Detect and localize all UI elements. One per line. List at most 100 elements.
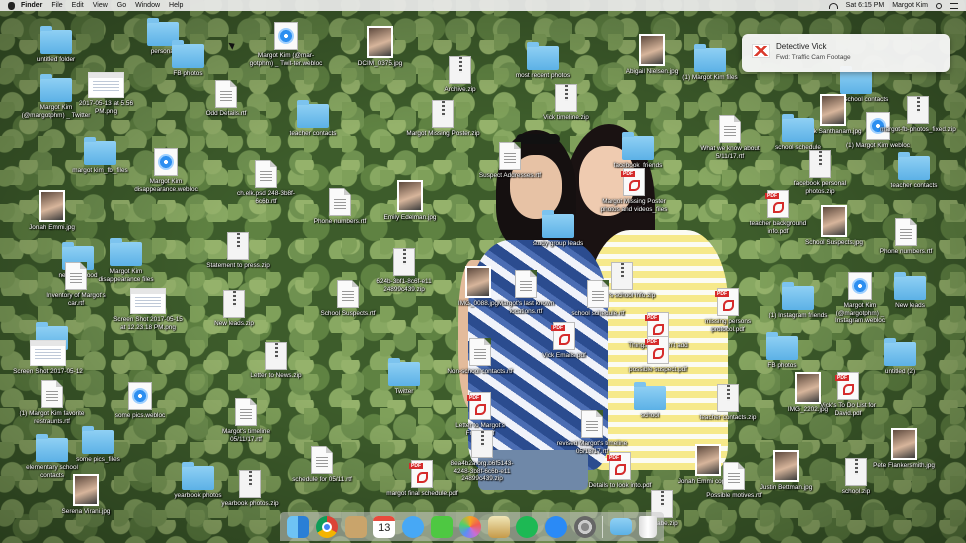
desktop-icon[interactable]: facebook personal photos.zip <box>782 150 858 195</box>
desktop-icon[interactable]: Margot Kim (@mar-gotphm) _ Twit-ter.webl… <box>248 22 324 67</box>
desktop-icon[interactable]: Screen Shot 2017-05-12 <box>10 340 86 376</box>
desktop-icon-label: ch.elk.psd 248-3b8f-6c6b.rtf <box>237 190 295 205</box>
folder-icon <box>894 272 926 300</box>
desktop-icon[interactable]: New leads.zip <box>196 290 272 328</box>
menu-help[interactable]: Help <box>169 2 183 9</box>
doc-icon <box>723 462 745 490</box>
desktop-icon[interactable]: missing persons protocol.pdf <box>690 288 766 333</box>
desktop-icon[interactable]: Margot Missing Poster.zip <box>405 100 481 138</box>
desktop-icon[interactable]: Details to look into.pdf <box>582 452 658 490</box>
desktop-icon[interactable]: margot-fb-photos_fixed.zip <box>880 96 956 134</box>
contacts-icon[interactable] <box>344 515 367 538</box>
desktop-icon[interactable]: FB photos <box>150 38 226 78</box>
desktop-icon-label: Margot's last known locations.rtf <box>497 300 555 315</box>
wifi-icon[interactable] <box>828 2 838 9</box>
desktop-icon[interactable]: IMG_2202.jpg <box>770 372 846 414</box>
menu-finder[interactable]: Finder <box>21 2 42 9</box>
folder-icon <box>884 338 916 366</box>
desktop-icon[interactable]: (1) Margot Kim favorite restraunts.rtf <box>14 380 90 425</box>
desktop-icon[interactable]: Vick timeline.zip <box>528 84 604 122</box>
desktop-icon[interactable]: schedule for 05/11.rtf <box>284 446 360 484</box>
desktop-icon[interactable]: Possible motives.rtf <box>696 462 772 500</box>
desktop-icon[interactable]: teacher contacts <box>876 150 952 190</box>
menu-window[interactable]: Window <box>135 2 160 9</box>
desktop-icon[interactable]: facebook_friends <box>600 130 676 170</box>
desktop-icon[interactable]: New leads <box>872 270 948 310</box>
menu-view[interactable]: View <box>93 2 108 9</box>
desktop-icon[interactable]: margot kim_fb_files <box>62 135 138 175</box>
desktop-icon[interactable]: Statement to press.zip <box>200 232 276 270</box>
desktop-icon[interactable]: FB photos <box>744 330 820 370</box>
desktop-icon[interactable]: most recent photos <box>505 40 581 80</box>
desktop-icon[interactable]: School Suspects.rtf <box>310 280 386 318</box>
desktop-icon[interactable]: possible suspect.pdf <box>620 336 696 374</box>
desktop-icon-label: New leads <box>895 302 925 309</box>
menu-file[interactable]: File <box>51 2 62 9</box>
clock[interactable]: Sat 6:15 PM <box>846 2 885 9</box>
folder-icon <box>840 66 872 94</box>
desktop-icon-label: yearbook photos.zip <box>221 500 279 507</box>
desktop-icon[interactable]: 2017-05-13 at 5.56 PM.png <box>68 72 144 115</box>
desktop-icon[interactable]: Letter to News.zip <box>238 342 314 380</box>
desktop-icon[interactable]: Non-school contacts.rtf <box>442 338 518 376</box>
desktop-icon[interactable]: school schedule <box>760 112 836 152</box>
desktop-icon[interactable]: Inventory of Margot's car.rtf <box>38 262 114 307</box>
app-store-icon[interactable] <box>545 515 568 538</box>
desktop-icon[interactable]: Margot's last known locations.rtf <box>488 270 564 315</box>
desktop-icon[interactable]: teacher contacts <box>275 98 351 138</box>
desktop-icon[interactable]: Odd Details.rtf <box>188 80 264 118</box>
desktop-icon[interactable]: DCIM_0375.jpg <box>342 26 418 68</box>
desktop-icon[interactable]: revised Margot's timeline 05/13/17.rtf <box>554 410 630 455</box>
photos-icon[interactable] <box>459 515 482 538</box>
menu-bar: Finder File Edit View Go Window Help Sat… <box>0 0 966 11</box>
desktop-icon[interactable]: Serena Virani.jpg <box>48 474 124 516</box>
system-preferences-icon[interactable] <box>573 515 596 538</box>
menu-go[interactable]: Go <box>117 2 126 9</box>
desktop-icon[interactable]: (1) Margot Kim files <box>672 42 748 82</box>
desktop-icon[interactable]: margot final schedule.pdf <box>384 460 460 498</box>
desktop-icon[interactable]: Margot Kim disappearance.webloc <box>128 148 204 193</box>
desktop-icon[interactable]: yearbook photos.zip <box>212 470 288 508</box>
desktop-icon[interactable]: What we know about 5/11/17.rtf <box>692 115 768 160</box>
desktop-icon[interactable]: Archive.zip <box>422 56 498 94</box>
desktop-icon[interactable]: Margot Missing Poster photos and videos_… <box>596 168 672 213</box>
desktop-icon[interactable]: untitled (2) <box>862 336 938 376</box>
desktop-icon[interactable]: Phone numbers.rtf <box>868 218 944 256</box>
desktop-icon[interactable]: Phone numbers.rtf <box>302 188 378 226</box>
calendar-icon[interactable]: 13 <box>373 515 396 538</box>
pdf-icon <box>645 336 669 364</box>
wechat-icon[interactable] <box>430 515 453 538</box>
desktop-icon-label: Non-school contacts.rtf <box>447 368 513 375</box>
spotify-icon[interactable] <box>516 515 539 538</box>
trash-icon[interactable] <box>638 515 657 538</box>
messages-icon[interactable] <box>401 515 424 538</box>
notification-center-icon[interactable] <box>950 2 958 9</box>
desktop-icon[interactable]: Emily Edelman.jpg <box>372 180 448 222</box>
desktop-icon[interactable]: untitled folder <box>18 24 94 64</box>
notification-banner[interactable]: Detective Vick Fwd: Traffic Cam Footage <box>742 34 950 72</box>
desktop-icon[interactable]: ch.elk.psd 248-3b8f-6c6b.rtf <box>228 160 304 205</box>
pdf-icon <box>607 452 631 480</box>
desktop-icon[interactable]: Twitter <box>366 356 442 396</box>
downloads-folder-icon[interactable] <box>610 518 632 535</box>
folder-icon <box>527 42 559 70</box>
desktop-icon[interactable]: Margot's timeline 05/11/17.rtf <box>208 398 284 443</box>
preview-icon[interactable] <box>487 515 510 538</box>
user-name[interactable]: Margot Kim <box>892 2 928 9</box>
desktop-icon[interactable]: teacher contacts.zip <box>690 384 766 422</box>
menu-edit[interactable]: Edit <box>72 2 84 9</box>
desktop-icon-label: Margot Missing Poster.zip <box>406 130 480 137</box>
desktop-icon[interactable]: School Suspects.jpg <box>796 205 872 247</box>
desktop-icon[interactable]: school.zip <box>818 458 894 496</box>
chrome-icon[interactable] <box>315 515 338 538</box>
desktop-icon[interactable]: some pics_files <box>60 424 136 464</box>
spotlight-icon[interactable] <box>936 2 942 9</box>
apple-menu-icon[interactable] <box>8 1 15 10</box>
finder-icon[interactable] <box>287 515 310 538</box>
desktop-icon[interactable]: Jonah Emmi.jpg <box>14 190 90 232</box>
desktop-icon[interactable]: Screen Shot 2017-05-15 at 12.23.18 PM.pn… <box>110 288 186 331</box>
desktop-icon[interactable]: Suspect Addresses.rtf <box>472 142 548 180</box>
desktop-icon[interactable]: Vick Emails.pdf <box>526 322 602 360</box>
desktop-icon[interactable]: some pics.webloc <box>102 382 178 420</box>
desktop-icon[interactable]: study group leads <box>520 208 596 248</box>
